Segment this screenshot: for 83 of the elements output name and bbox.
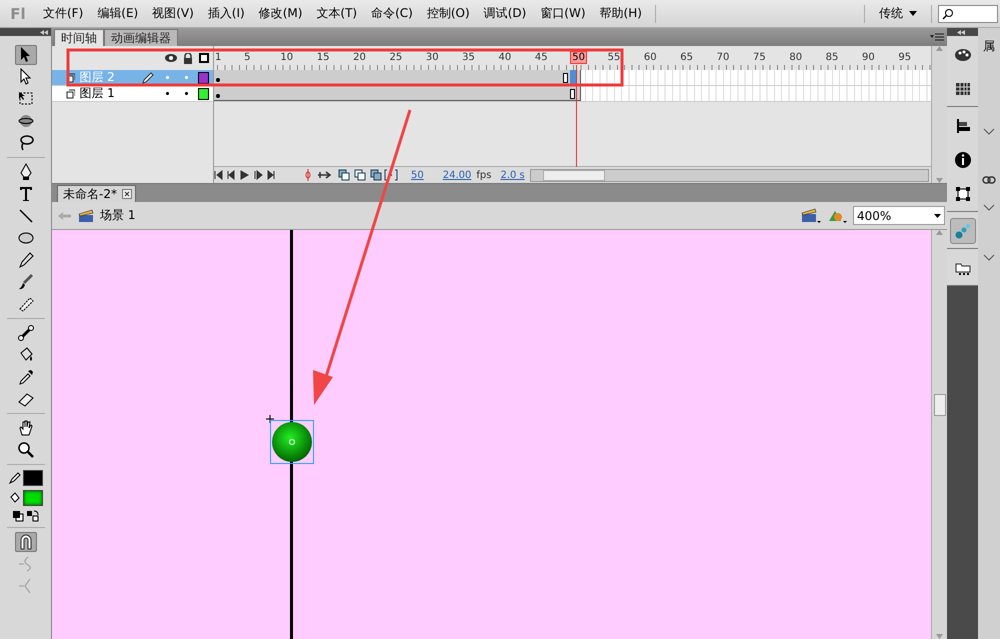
info-icon xyxy=(952,150,972,170)
current-frame[interactable]: 50 xyxy=(411,170,424,180)
stroke-color-swatch[interactable] xyxy=(22,470,42,486)
frame-number: 15 xyxy=(316,52,330,63)
workspace-dropdown[interactable]: 传统 xyxy=(871,5,925,22)
document-title: 未命名-2* xyxy=(63,186,117,202)
menu-item[interactable]: 控制(O) xyxy=(420,5,477,22)
playhead[interactable]: 50 xyxy=(571,52,586,63)
frame-number: 55 xyxy=(608,52,620,63)
fill-color-swatch[interactable] xyxy=(22,490,42,506)
onion-skin-icons[interactable] xyxy=(338,169,398,181)
zoom-dropdown[interactable]: 400% xyxy=(853,206,945,225)
stage-scrollbar[interactable] xyxy=(931,230,947,639)
menu-item[interactable]: 帮助(H) xyxy=(592,5,649,22)
presets-panel-button[interactable] xyxy=(950,218,976,244)
frame-number: 70 xyxy=(716,52,730,63)
frame-number: 10 xyxy=(280,52,294,63)
close-icon[interactable] xyxy=(122,189,132,199)
swap-colors-icon[interactable] xyxy=(26,510,40,522)
frame-number: 90 xyxy=(862,52,875,63)
menu-item[interactable]: 文本(T) xyxy=(309,5,364,22)
frame-number: 45 xyxy=(534,52,548,63)
frame-number: 60 xyxy=(644,52,657,63)
caret-icon xyxy=(934,214,941,218)
bone-icon xyxy=(16,323,36,343)
edit-scene-icon[interactable] xyxy=(801,208,821,224)
registration-cross-icon xyxy=(266,415,274,423)
caret-icon xyxy=(909,11,917,16)
frame-number: 40 xyxy=(498,52,512,63)
snap-option[interactable] xyxy=(14,532,36,552)
layer-row[interactable]: 图层 1 xyxy=(52,86,213,102)
frame-number: 1 xyxy=(215,52,222,63)
elapsed-time[interactable]: 2.0 s xyxy=(500,170,525,180)
clapperboard-icon xyxy=(78,208,94,222)
menu-item[interactable]: 文件(F) xyxy=(36,5,90,22)
center-frame-icon[interactable] xyxy=(304,169,312,181)
tween-span[interactable] xyxy=(214,86,580,101)
frame-number: 20 xyxy=(353,52,366,63)
frame-number: 25 xyxy=(389,52,402,63)
frame-number: 5 xyxy=(244,52,250,63)
frame-rate-unit: fps xyxy=(476,170,492,180)
horizontal-scrollbar[interactable] xyxy=(530,168,930,182)
menu-item[interactable]: 窗口(W) xyxy=(533,5,593,22)
menu-item[interactable]: 修改(M) xyxy=(252,5,310,22)
pencil-icon xyxy=(8,472,20,484)
menu-item[interactable]: 视图(V) xyxy=(145,5,201,22)
layer-color-swatch[interactable] xyxy=(198,88,209,100)
frame-rate[interactable]: 24.00 xyxy=(442,170,472,180)
panel-tab[interactable]: 时间轴 xyxy=(54,29,104,46)
menu-item[interactable]: 命令(C) xyxy=(364,5,420,22)
chain-link-icon[interactable] xyxy=(982,176,996,184)
frame-number: 75 xyxy=(752,52,766,63)
panel-title: 属 xyxy=(983,38,995,55)
layer-icon xyxy=(66,88,76,98)
search-icon xyxy=(942,8,954,20)
bucket-icon xyxy=(8,492,20,504)
frame-number: 80 xyxy=(789,52,802,63)
scene-label[interactable]: 场景 1 xyxy=(100,207,136,224)
select-tool[interactable] xyxy=(14,45,36,65)
selected-sphere[interactable] xyxy=(270,420,314,464)
panel-tab[interactable]: 动画编辑器 xyxy=(104,29,178,46)
frame-number: 30 xyxy=(426,52,439,63)
frame-number: 65 xyxy=(680,52,693,63)
outline-icon[interactable] xyxy=(199,53,209,63)
app-logo: Fl xyxy=(9,4,27,22)
vertical-line[interactable] xyxy=(290,230,293,639)
menu-item[interactable]: 调试(D) xyxy=(476,5,534,22)
presets-icon xyxy=(952,221,972,241)
frame-number: 85 xyxy=(826,52,838,63)
search-field[interactable] xyxy=(938,4,998,22)
frame-number: 95 xyxy=(898,52,912,63)
lock-icon[interactable] xyxy=(183,52,193,64)
loop-icon[interactable] xyxy=(317,170,333,180)
zoom-icon xyxy=(16,440,36,460)
default-colors-icon[interactable] xyxy=(12,510,24,522)
document-tab[interactable]: 未命名-2* xyxy=(57,185,136,202)
menu-item[interactable]: 插入(I) xyxy=(200,5,252,22)
eye-icon[interactable] xyxy=(165,53,177,63)
menu-item[interactable]: 编辑(E) xyxy=(90,5,146,22)
panel-menu-icon[interactable] xyxy=(930,33,944,41)
scroll-thumb[interactable] xyxy=(934,394,946,416)
layer-color-swatch[interactable] xyxy=(198,72,209,84)
frame-number: 35 xyxy=(462,52,475,63)
